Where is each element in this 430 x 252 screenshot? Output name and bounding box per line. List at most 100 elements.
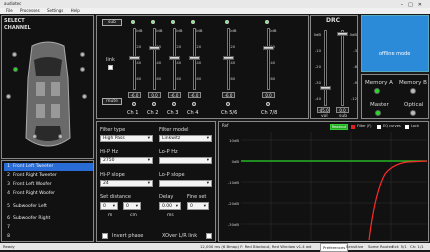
lop-hz-label: Lo-P Hz — [159, 149, 178, 155]
list-item[interactable]: 2 Front Right Tweeter — [4, 172, 93, 180]
channel-mute-dot[interactable] — [266, 102, 270, 106]
filter-panel: Filter type High Pass Filter model Linkw… — [96, 121, 216, 242]
speaker-front-left-tweeter-dot[interactable] — [12, 52, 17, 57]
readout-button[interactable]: Readout — [330, 124, 348, 130]
invert-phase-checkbox[interactable] — [102, 233, 108, 239]
sub-slider-knob[interactable] — [337, 32, 348, 36]
list-item[interactable]: 6 Subwoofer Right — [4, 215, 93, 223]
mixer-scale-label: -20 — [229, 44, 236, 49]
mixer-scale-label: -40 — [229, 60, 236, 65]
y-tick-label: -30dB — [227, 222, 239, 227]
hip-hz-label: Hi-P Hz — [100, 149, 118, 155]
channel-enable-dot[interactable] — [265, 20, 269, 24]
channel-enable-dot[interactable] — [171, 20, 175, 24]
optical-label: Optical — [404, 102, 424, 108]
speaker-front-right-tweeter-dot[interactable] — [80, 52, 85, 57]
speaker-front-right-woofer-dot[interactable] — [80, 67, 85, 72]
distance-cm-input[interactable]: 0 — [123, 202, 141, 210]
channel-mute-dot[interactable] — [152, 102, 156, 106]
drc-sub-scale-4: -12 — [350, 96, 357, 101]
filter-checkbox[interactable] — [351, 125, 355, 129]
channel-enable-dot[interactable] — [191, 20, 195, 24]
channel-slider-knob[interactable] — [149, 46, 160, 50]
channel-slider-knob[interactable] — [189, 56, 200, 60]
master-indicator[interactable] — [375, 110, 381, 116]
channel-value[interactable]: -6.0 — [128, 92, 141, 98]
sub-button[interactable]: sub — [102, 19, 122, 26]
mixer-scale-label: -60 — [175, 76, 182, 81]
list-item[interactable]: 4 Front Right Woofer — [4, 190, 93, 198]
filter-model-select[interactable]: Linkwitz — [159, 135, 212, 142]
menu-settings[interactable]: Settings — [47, 8, 63, 13]
channel-name: Ch 2 — [147, 110, 159, 116]
drc-sub-scale-1: -3 — [353, 48, 357, 53]
drc-scale-2: -20 — [314, 64, 321, 69]
distance-m-input[interactable]: 0 — [100, 202, 118, 210]
response-chart[interactable] — [241, 132, 427, 240]
lop-hz-select[interactable] — [159, 157, 212, 164]
list-item[interactable]: 5 Subwoofer Left — [4, 203, 93, 211]
menu-help[interactable]: Help — [71, 8, 80, 13]
subwoofer-left-dot[interactable] — [32, 134, 37, 139]
list-item[interactable]: 3 Front Left Woofer — [4, 181, 93, 189]
mixer-scale-label: -20 — [195, 44, 202, 49]
list-item[interactable]: 8 — [4, 233, 93, 241]
vol-slider-track[interactable] — [324, 30, 327, 106]
channel-value[interactable]: -6.0 — [168, 92, 181, 98]
offline-mode-panel[interactable]: offline mode — [361, 15, 429, 72]
optical-indicator[interactable] — [410, 110, 416, 116]
memory-a-indicator[interactable] — [374, 88, 380, 94]
channel-slider-knob[interactable] — [169, 56, 180, 60]
channel-value[interactable]: 0.0 — [262, 92, 275, 98]
lock-checkbox[interactable] — [405, 125, 409, 129]
fine-set-input[interactable]: 0 — [187, 202, 209, 210]
sub-value[interactable]: 0.0 — [336, 107, 349, 113]
menu-processes[interactable]: Processes — [20, 8, 40, 13]
drc-scale-3: -30 — [314, 80, 321, 85]
channel-enable-dot[interactable] — [225, 20, 229, 24]
hip-hz-select[interactable]: 2750 — [100, 157, 153, 164]
unit-cm-label: cm — [130, 213, 137, 218]
channel-enable-dot[interactable] — [131, 20, 135, 24]
hip-slope-select[interactable]: 24 — [100, 180, 153, 187]
channel-name: Ch 1 — [127, 110, 139, 116]
channel-value[interactable]: -6.0 — [222, 92, 235, 98]
channel-slider-track[interactable] — [267, 28, 270, 90]
delay-input[interactable]: 0.00 — [159, 202, 181, 210]
mute-button[interactable]: mute — [102, 98, 122, 105]
mixer-scale-label: 0dB — [269, 28, 277, 33]
channel-mute-dot[interactable] — [226, 102, 230, 106]
drc-sub-scale-3: -9 — [353, 80, 357, 85]
list-item[interactable]: 1 Front Left Tweeter — [4, 163, 93, 171]
fine-set-label: Fine set — [187, 194, 207, 200]
memory-b-indicator[interactable] — [410, 88, 416, 94]
mixer-scale-label: 0dB — [135, 28, 143, 33]
mixer-scale-label: -40 — [155, 60, 162, 65]
menu-file[interactable]: File — [6, 8, 13, 13]
preferences-button[interactable]: Preferences — [320, 243, 349, 252]
link-checkbox[interactable] — [108, 65, 113, 70]
lop-slope-select[interactable] — [159, 180, 212, 187]
channel-value[interactable]: -6.0 — [188, 92, 201, 98]
channel-slider-track[interactable] — [153, 28, 156, 90]
speaker-rear-left-dot[interactable] — [6, 94, 11, 99]
vol-slider-knob[interactable] — [320, 86, 331, 90]
channel-value[interactable]: 0.0 — [148, 92, 161, 98]
vol-value[interactable]: -45.0 — [317, 107, 330, 113]
speaker-front-left-woofer-dot[interactable] — [13, 67, 18, 72]
channel-slider-knob[interactable] — [129, 56, 140, 60]
eq-checkbox[interactable] — [377, 125, 381, 129]
mixer-panel: sub link mute 0dB-20-40-60-80-6.0Ch 10dB… — [96, 15, 309, 119]
sub-slider-track[interactable] — [341, 30, 344, 106]
filter-type-select[interactable]: High Pass — [100, 135, 153, 142]
list-item[interactable]: 7 — [4, 224, 93, 232]
channel-mute-dot[interactable] — [172, 102, 176, 106]
subwoofer-right-dot[interactable] — [58, 134, 63, 139]
channel-mute-dot[interactable] — [132, 102, 136, 106]
channel-enable-dot[interactable] — [151, 20, 155, 24]
channel-slider-knob[interactable] — [223, 56, 234, 60]
speaker-rear-right-dot[interactable] — [82, 94, 87, 99]
channel-slider-knob[interactable] — [263, 46, 274, 50]
channel-mute-dot[interactable] — [192, 102, 196, 106]
xover-link-checkbox[interactable] — [206, 233, 212, 239]
